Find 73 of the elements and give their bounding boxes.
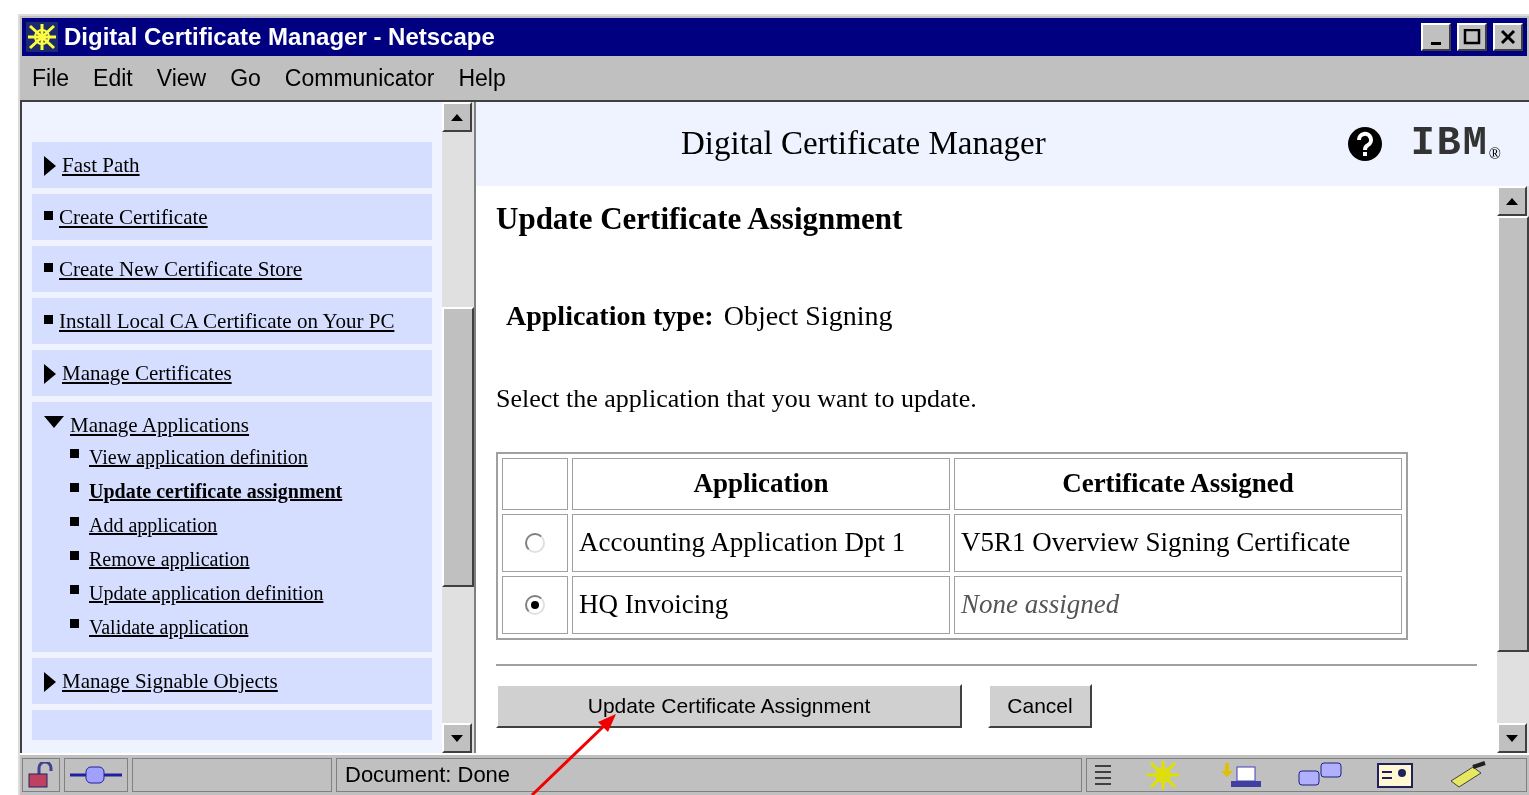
registered-mark: ® [1488,144,1501,164]
close-button[interactable] [1493,23,1523,51]
menu-item[interactable]: View [156,60,207,96]
status-text: Document: Done [336,758,1082,792]
padlock-icon[interactable] [22,758,60,792]
inbox-icon[interactable] [1219,761,1263,789]
scroll-down-button[interactable] [442,723,472,753]
logo: IBM [1410,120,1489,168]
table-cell: Accounting Application Dpt 1 [572,513,950,572]
page-title: Digital Certificate Manager [681,124,1047,164]
instruction-text: Select the application that you want to update. [496,382,978,415]
radio-button[interactable] [525,594,545,615]
help-icon[interactable] [1346,126,1383,162]
sidebar-sublink[interactable]: Update application definition [89,576,324,610]
table-cell: None assigned [954,575,1402,634]
address-card-icon[interactable] [1377,761,1413,789]
sidebar-link[interactable]: Create Certificate [59,202,208,232]
menu-item[interactable]: Communicator [284,60,435,96]
sidebar-link[interactable]: Fast Path [62,150,140,180]
sidebar-sublink[interactable]: Update certificate assignment [89,474,343,508]
bullet-icon [44,315,53,324]
menu-item[interactable]: Edit [93,60,133,96]
sidebar-sublink[interactable]: Add application [89,508,218,542]
maximize-icon [1463,29,1481,45]
field-label: Application type: [506,298,714,333]
bullet-icon [70,619,79,628]
sidebar-link[interactable]: Manage Signable Objects [62,666,278,696]
sidebar-link[interactable]: Create New Certificate Store [59,254,303,284]
chat-bubbles-icon[interactable] [1297,761,1343,789]
bullet-icon [70,449,79,458]
sidebar-link[interactable]: Manage Certificates [62,358,232,388]
section-heading: Update Certificate Assignment [496,200,904,238]
scroll-up-button[interactable] [1497,186,1527,216]
down-arrow-icon [451,734,463,742]
scroll-down-button[interactable] [1497,723,1527,753]
bullet-icon [44,211,53,220]
scrollbar-thumb[interactable] [1497,216,1529,652]
star-wheel-icon [26,22,58,52]
grip-icon [1095,762,1111,788]
bullet-icon [44,263,53,272]
table-cell: V5R1 Overview Signing Certificate [954,513,1402,572]
bullet-icon [70,551,79,560]
bullet-icon [70,585,79,594]
field-value: Object Signing [723,298,893,333]
close-icon [1499,29,1517,45]
menu-item[interactable]: File [32,60,70,96]
cancel-button[interactable]: Cancel [988,683,1092,728]
up-arrow-icon [451,113,463,121]
minimize-icon [1431,41,1441,45]
scrollbar[interactable] [1497,186,1529,753]
menu-item[interactable]: Go [230,60,261,96]
menu-item[interactable]: Help [458,60,506,96]
connection-icon[interactable] [64,758,128,792]
scrollbar-thumb[interactable] [442,307,474,587]
maximize-button[interactable] [1457,23,1487,51]
sidebar-sublink[interactable]: Validate application [89,610,249,644]
bullet-icon [70,517,79,526]
sidebar-sublink[interactable]: Remove application [89,542,250,576]
sidebar-sublink[interactable]: View application definition [89,440,308,474]
window-title: Digital Certificate Manager - Netscape [64,22,496,52]
bullet-icon [70,483,79,492]
sidebar-link[interactable]: Install Local CA Certificate on Your PC [59,306,395,336]
down-arrow-icon [1506,734,1518,742]
scrollbar[interactable] [442,102,474,753]
column-header: Application [572,457,950,510]
table-cell: HQ Invoicing [572,575,950,634]
scroll-up-button[interactable] [442,102,472,132]
up-arrow-icon [1506,197,1518,205]
column-header: Certificate Assigned [954,457,1402,510]
sidebar-link[interactable]: Manage Applications [70,410,250,440]
update-button[interactable]: Update Certificate Assignment [496,683,962,728]
radio-button[interactable] [525,532,545,553]
minimize-button[interactable] [1421,23,1451,51]
